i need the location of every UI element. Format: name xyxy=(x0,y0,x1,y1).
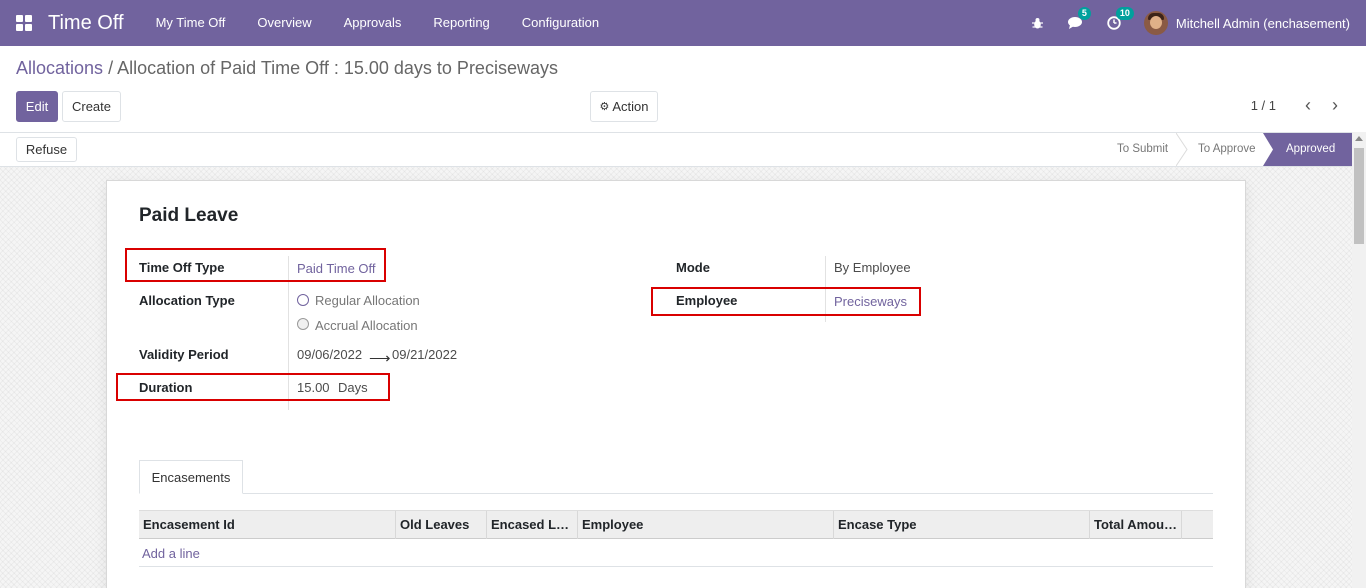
validity-from: 09/06/2022 xyxy=(297,347,363,362)
breadcrumb: Allocations / Allocation of Paid Time Of… xyxy=(16,58,558,79)
validity-to: 09/21/2022 xyxy=(392,347,458,362)
highlight-duration xyxy=(116,373,390,401)
mode-label: Mode xyxy=(676,260,710,275)
create-button[interactable]: Create xyxy=(62,91,121,122)
accrual-allocation-option: Accrual Allocation xyxy=(315,318,418,333)
stage-separator xyxy=(1176,133,1188,166)
menu-overview[interactable]: Overview xyxy=(241,0,327,46)
messages-badge: 5 xyxy=(1077,7,1091,20)
chat-icon[interactable]: 5 xyxy=(1067,7,1091,31)
tab-encasements[interactable]: Encasements xyxy=(139,460,243,494)
add-line-link[interactable]: Add a line xyxy=(142,546,200,561)
menu-approvals[interactable]: Approvals xyxy=(328,0,418,46)
gear-icon: ⚙ xyxy=(599,101,610,113)
top-navbar: Time Off My Time Off Overview Approvals … xyxy=(0,0,1366,46)
form-title: Paid Leave xyxy=(139,205,239,226)
menu-reporting[interactable]: Reporting xyxy=(417,0,505,46)
activities-badge: 10 xyxy=(1115,7,1134,20)
radio-regular[interactable] xyxy=(297,294,309,306)
col-encased-leaves[interactable]: Encased L… xyxy=(487,511,578,539)
arrow-right-icon: ⟶ xyxy=(369,350,391,367)
stage-to-submit[interactable]: To Submit xyxy=(1117,133,1168,166)
clock-icon[interactable]: 10 xyxy=(1106,7,1134,31)
edit-button[interactable]: Edit xyxy=(16,91,58,122)
regular-allocation-option: Regular Allocation xyxy=(315,293,420,308)
breadcrumb-current: Allocation of Paid Time Off : 15.00 days… xyxy=(117,58,558,78)
col-encase-type[interactable]: Encase Type xyxy=(834,511,1090,539)
action-button[interactable]: ⚙ Action xyxy=(590,91,658,122)
app-title[interactable]: Time Off xyxy=(48,12,124,35)
pager-value[interactable]: 1 / 1 xyxy=(1251,98,1276,113)
stage-approved[interactable]: Approved xyxy=(1263,133,1352,166)
highlight-time-off-type xyxy=(125,248,386,282)
avatar[interactable] xyxy=(1143,11,1168,35)
table-header: Encasement Id Old Leaves Encased L… Empl… xyxy=(139,510,1213,539)
menu-my-time-off[interactable]: My Time Off xyxy=(140,0,242,46)
highlight-employee xyxy=(651,287,921,316)
breadcrumb-allocations[interactable]: Allocations xyxy=(16,58,103,78)
scrollbar[interactable] xyxy=(1352,132,1366,588)
row-divider xyxy=(139,566,1213,567)
bug-icon[interactable] xyxy=(1030,15,1046,31)
stage-to-approve[interactable]: To Approve xyxy=(1198,133,1256,166)
refuse-button[interactable]: Refuse xyxy=(16,137,77,162)
breadcrumb-separator: / xyxy=(108,58,118,78)
apps-icon[interactable] xyxy=(16,15,32,31)
menu-configuration[interactable]: Configuration xyxy=(506,0,615,46)
user-name[interactable]: Mitchell Admin (enchasement) xyxy=(1176,16,1350,31)
col-total-amount[interactable]: Total Amou… xyxy=(1090,511,1182,539)
chevron-left-icon[interactable]: ‹ xyxy=(1301,96,1315,116)
chevron-right-icon[interactable]: › xyxy=(1328,96,1342,116)
scrollbar-thumb[interactable] xyxy=(1354,148,1364,244)
col-employee[interactable]: Employee xyxy=(578,511,834,539)
col-old-leaves[interactable]: Old Leaves xyxy=(396,511,487,539)
validity-period-label: Validity Period xyxy=(139,347,229,362)
scroll-up-icon[interactable] xyxy=(1355,136,1363,141)
tab-line xyxy=(139,493,1213,494)
action-label: Action xyxy=(612,99,649,114)
allocation-type-label: Allocation Type xyxy=(139,293,235,308)
radio-accrual[interactable] xyxy=(297,318,309,330)
mode-value: By Employee xyxy=(834,260,911,275)
col-encasement-id[interactable]: Encasement Id xyxy=(139,511,396,539)
status-bar: Refuse To Submit To Approve Approved xyxy=(0,132,1352,167)
